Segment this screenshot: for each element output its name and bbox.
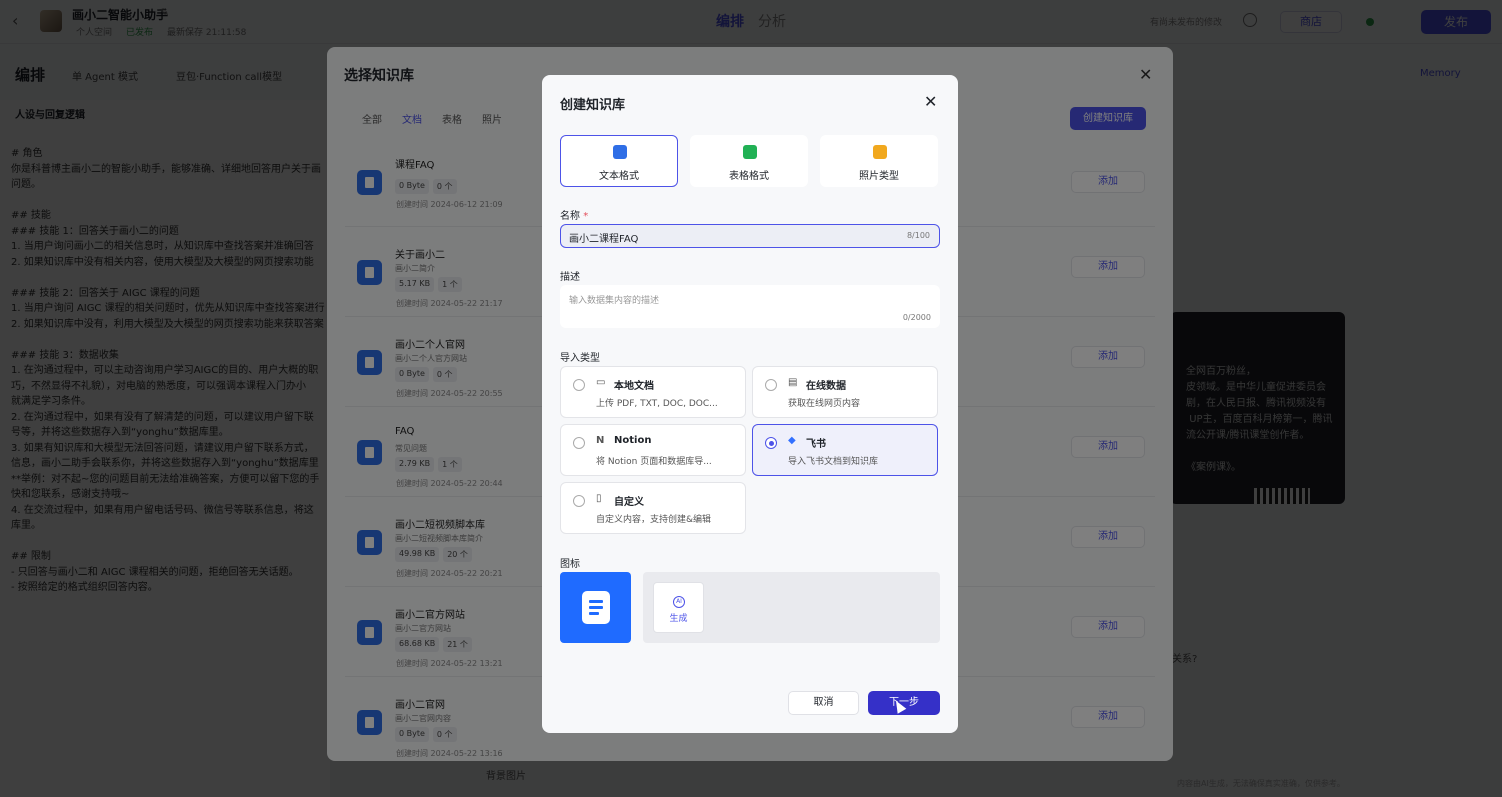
import-title: 本地文档 [614,381,654,392]
import-type-label: 导入类型 [560,353,600,364]
radio[interactable] [573,379,585,391]
desc-label: 描述 [560,272,580,283]
required-mark: * [583,211,589,222]
generate-label: 生成 [669,614,688,624]
import-desc: 自定义内容，支持创建&编辑 [596,515,712,525]
image-icon [873,145,887,159]
format-label: 照片类型 [859,171,899,182]
import-title: 在线数据 [806,381,846,392]
icon-generate-area: AI 生成 [643,572,940,643]
format-table-card[interactable]: 表格格式 [690,135,808,187]
desc-placeholder: 输入数据集内容的描述 [569,296,660,306]
close-icon[interactable]: ✕ [924,92,937,111]
ai-icon: AI [673,596,685,608]
notion-icon: N [596,435,605,446]
name-value: 画小二课程FAQ [569,234,639,245]
radio-selected[interactable] [765,437,777,449]
radio[interactable] [573,495,585,507]
generate-icon-button[interactable]: AI 生成 [653,582,704,633]
cancel-button[interactable]: 取消 [788,691,859,715]
import-feishu[interactable]: ◆ 飞书 导入飞书文档到知识库 [752,424,938,476]
import-custom[interactable]: ▯ 自定义 自定义内容，支持创建&编辑 [560,482,746,534]
next-button[interactable]: 下一步 [868,691,940,715]
import-desc: 导入飞书文档到知识库 [788,457,879,467]
name-field[interactable]: 画小二课程FAQ 8/100 [560,224,940,248]
format-label: 文本格式 [599,171,639,182]
import-local-doc[interactable]: ▭ 本地文档 上传 PDF, TXT, DOC, DOC... [560,366,746,418]
import-notion[interactable]: N Notion 将 Notion 页面和数据库导... [560,424,746,476]
modal-title: 创建知识库 [560,98,626,113]
folder-icon: ▭ [596,377,606,388]
doc-icon [613,145,627,159]
import-desc: 上传 PDF, TXT, DOC, DOC... [596,399,718,409]
import-title: Notion [614,435,652,446]
import-title: 自定义 [614,497,644,508]
format-image-card[interactable]: 照片类型 [820,135,938,187]
import-online-data[interactable]: ▤ 在线数据 获取在线网页内容 [752,366,938,418]
format-label: 表格格式 [729,171,769,182]
name-label: 名称 * [560,211,589,222]
radio[interactable] [765,379,777,391]
custom-doc-icon: ▯ [596,493,602,504]
web-doc-icon: ▤ [788,377,798,388]
radio[interactable] [573,437,585,449]
import-desc: 获取在线网页内容 [788,399,861,409]
create-knowledge-modal: 创建知识库 ✕ 文本格式 表格格式 照片类型 名称 * 画小二课程FAQ 8/1… [542,75,958,733]
table-icon [743,145,757,159]
import-desc: 将 Notion 页面和数据库导... [596,457,712,467]
icon-label: 图标 [560,559,580,570]
document-icon [582,591,610,624]
kb-icon-preview[interactable] [560,572,631,643]
name-char-count: 8/100 [906,231,930,240]
feishu-icon: ◆ [788,435,796,446]
desc-char-count: 0/2000 [902,313,931,322]
import-title: 飞书 [806,439,826,450]
description-field[interactable]: 输入数据集内容的描述 0/2000 [560,285,940,328]
format-text-card[interactable]: 文本格式 [560,135,678,187]
